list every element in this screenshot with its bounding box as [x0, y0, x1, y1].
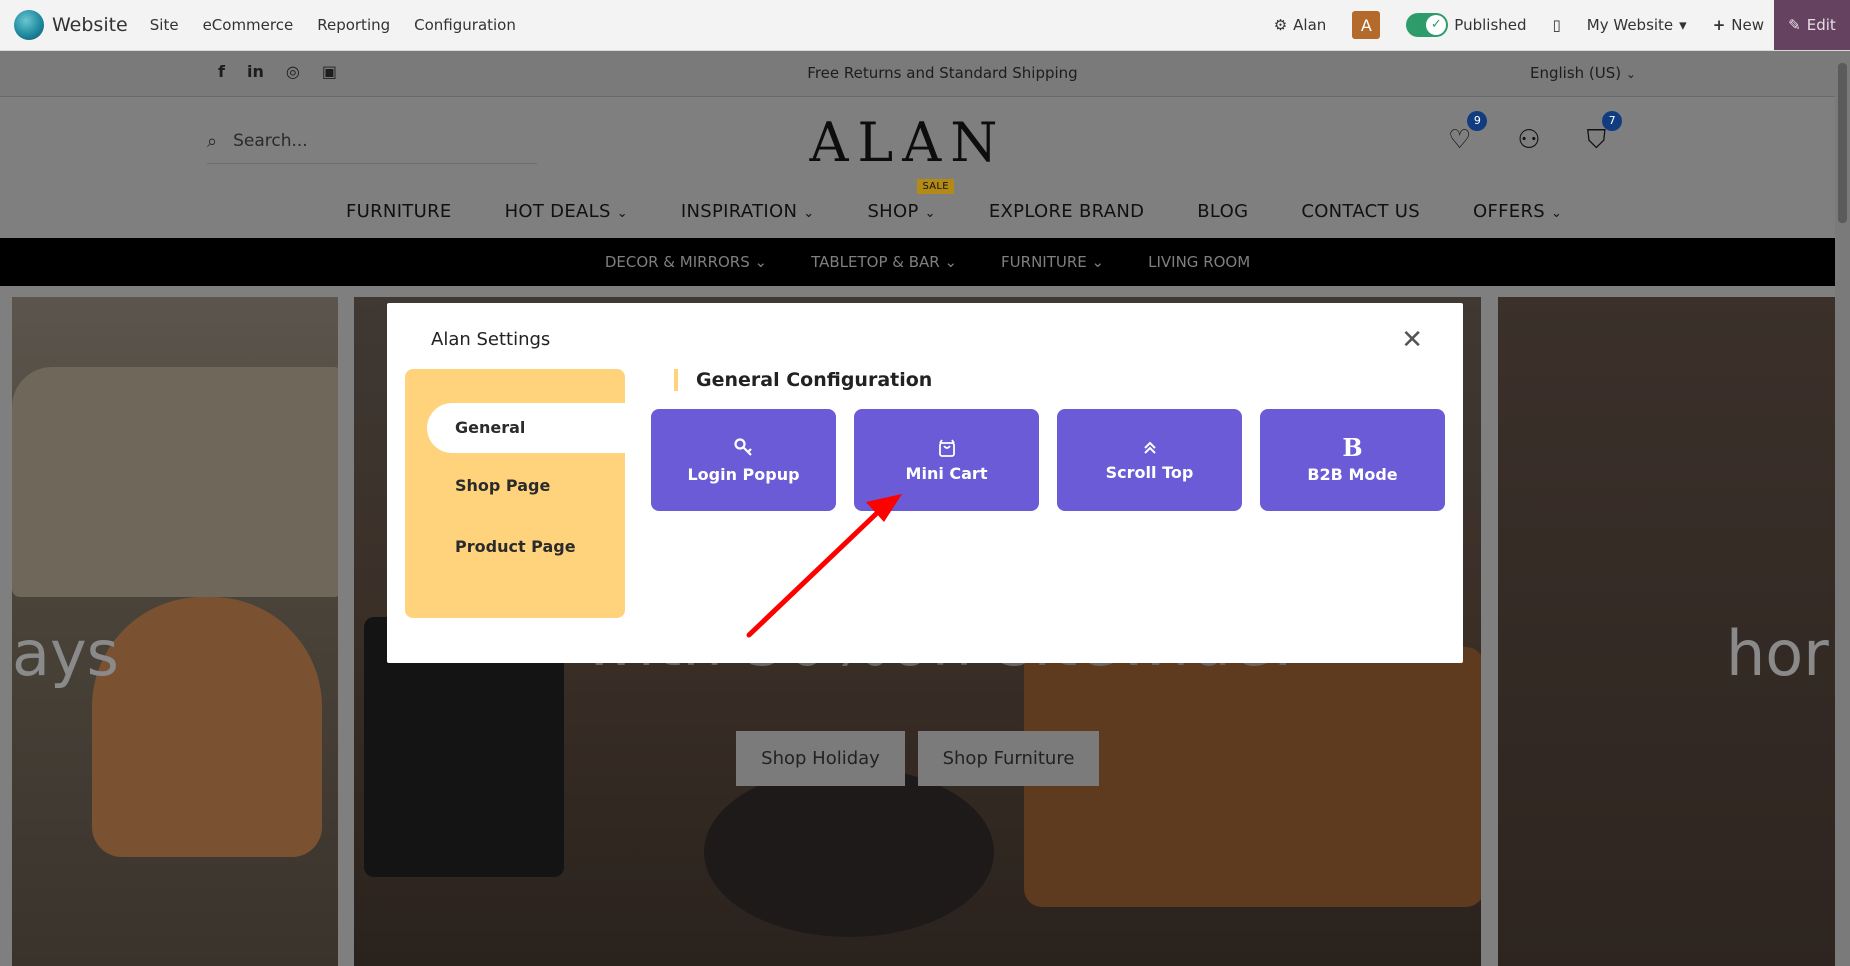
annotation-arrow: [746, 494, 902, 638]
